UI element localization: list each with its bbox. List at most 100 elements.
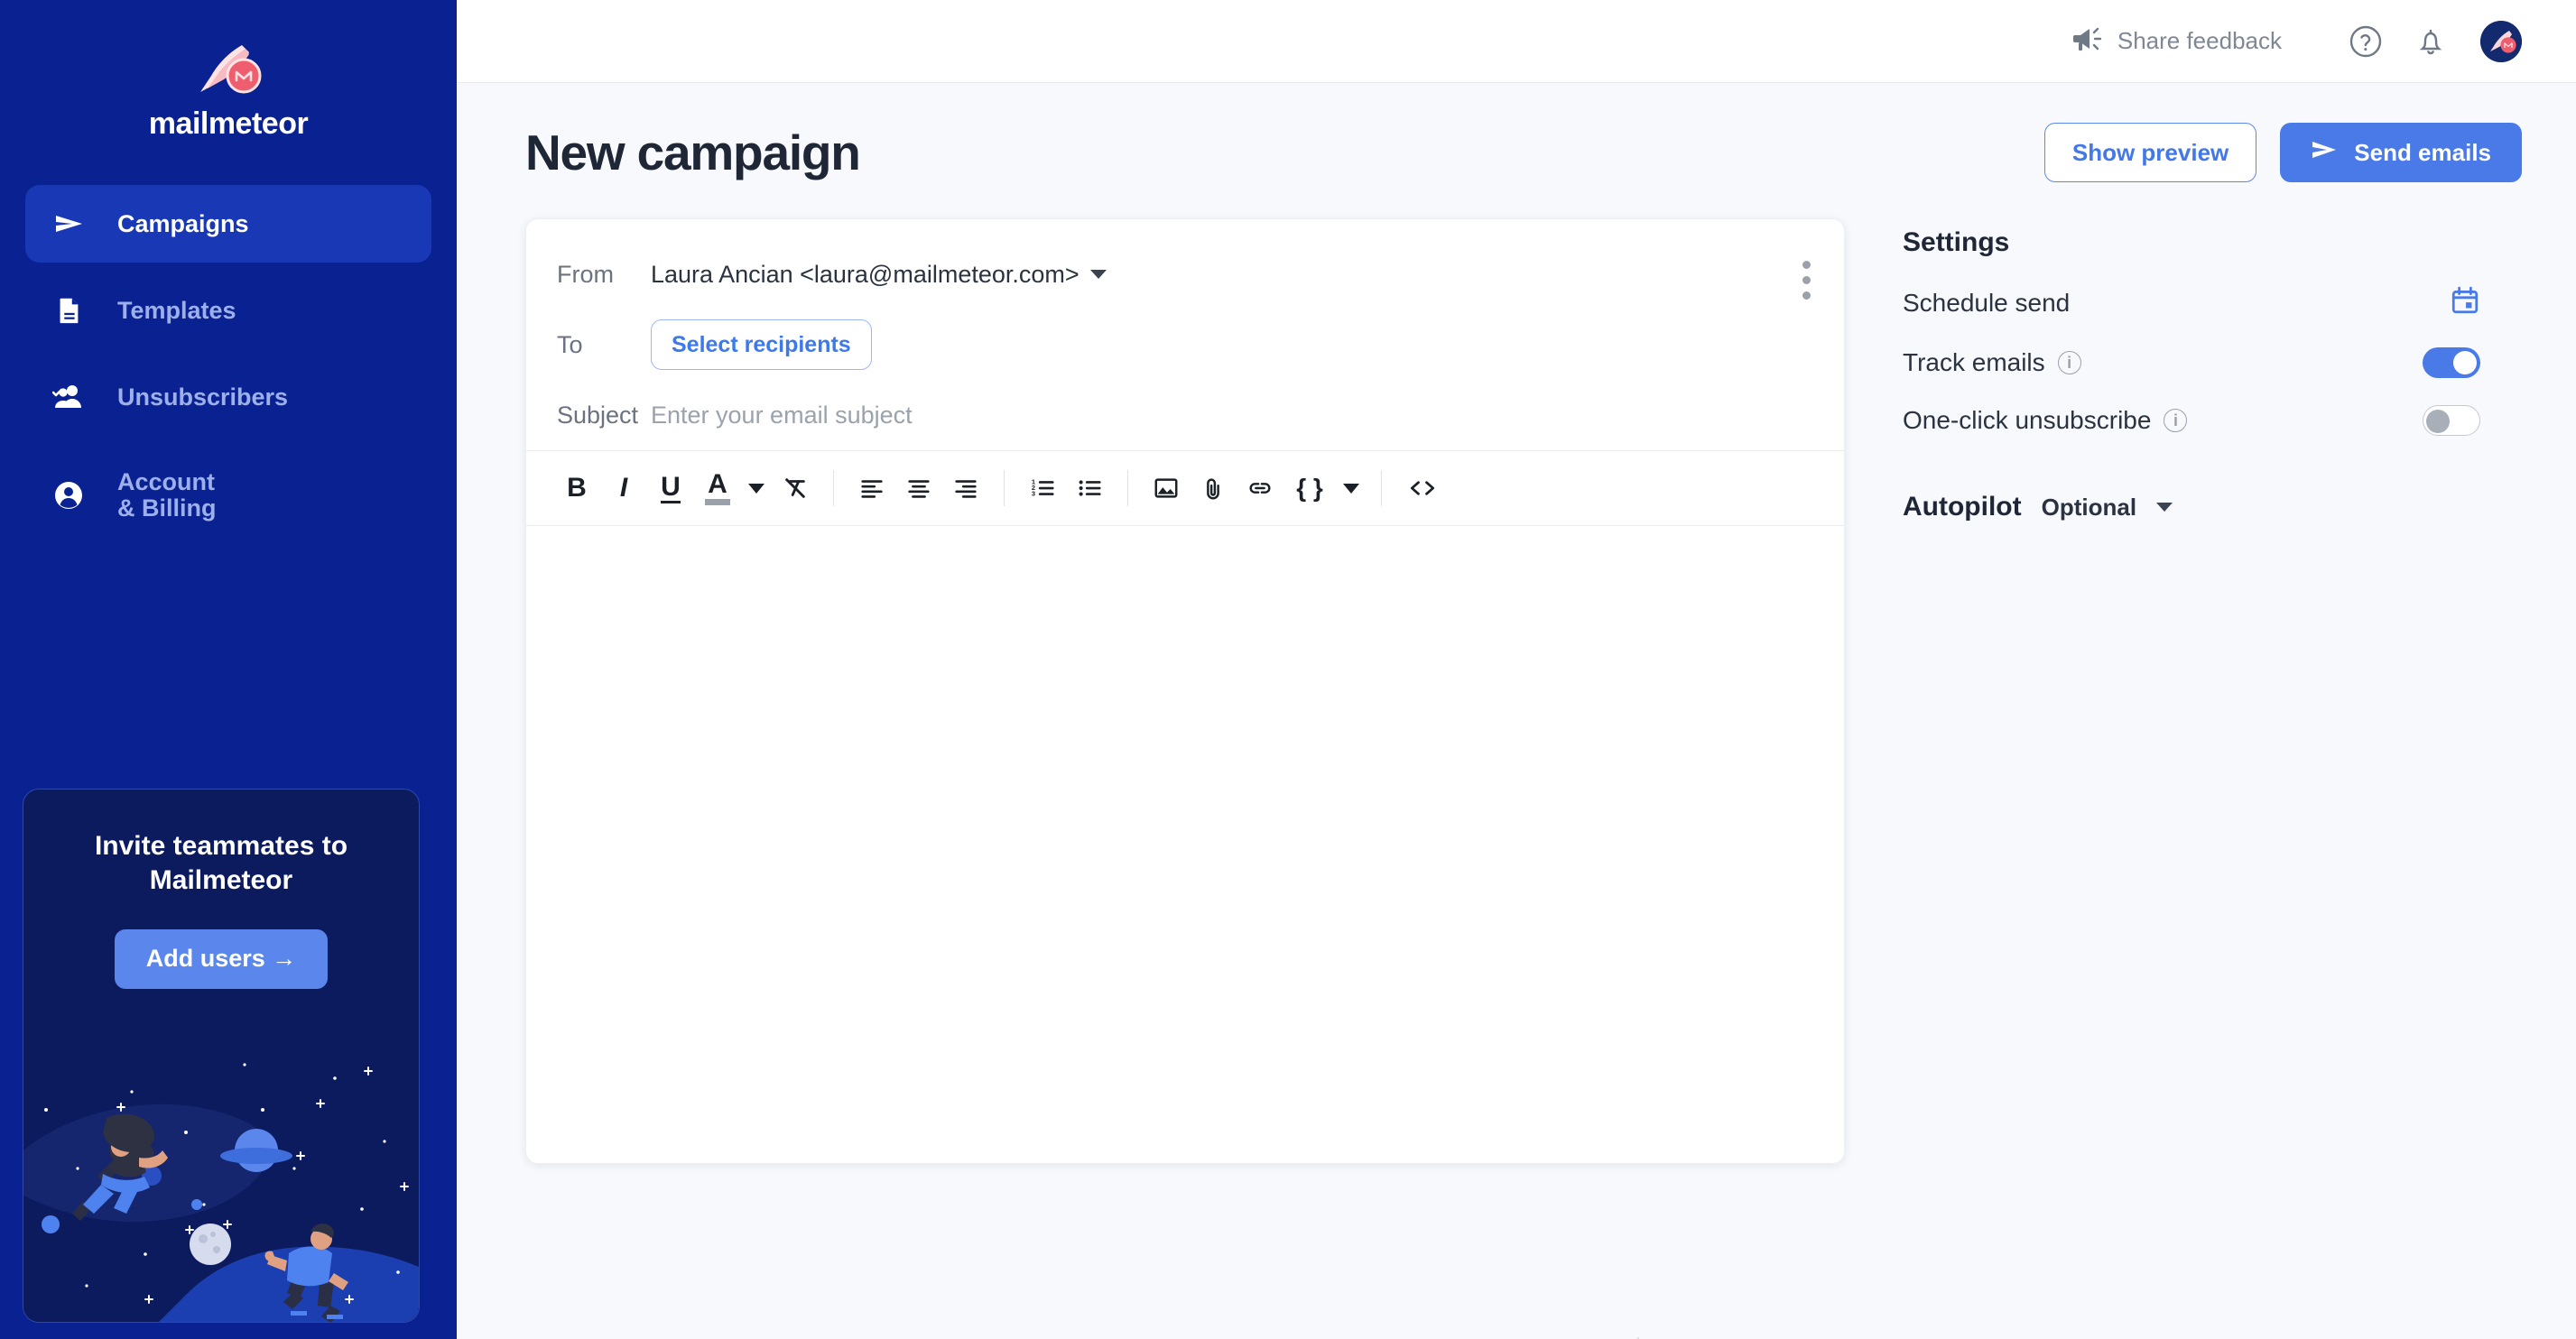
- info-circle-icon[interactable]: i: [2164, 409, 2188, 432]
- from-label: From: [557, 260, 614, 288]
- toolbar-divider: [1127, 470, 1128, 506]
- attach-file-icon[interactable]: [1190, 465, 1237, 512]
- send-emails-button[interactable]: Send emails: [2280, 123, 2522, 182]
- meteor-logo-icon: [193, 40, 264, 99]
- settings-panel: Settings Schedule send Track emails i On…: [1845, 218, 2522, 1164]
- from-row: From Laura Ancian <laura@mailmeteor.com>: [557, 239, 1813, 309]
- top-bar: Share feedback: [457, 0, 2576, 83]
- users-check-icon: [52, 381, 85, 413]
- sidebar-item-label: Campaigns: [117, 209, 249, 237]
- chevron-down-icon[interactable]: [2156, 503, 2173, 512]
- align-right-icon[interactable]: [942, 465, 989, 512]
- calendar-icon[interactable]: [2450, 285, 2480, 320]
- user-avatar-meteor[interactable]: [2480, 20, 2522, 62]
- invite-title-line1: Invite teammates to: [94, 831, 348, 861]
- info-circle-icon[interactable]: i: [2057, 351, 2081, 374]
- question-circle-icon[interactable]: [2345, 21, 2386, 62]
- toolbar-divider: [1004, 470, 1005, 506]
- one-click-unsubscribe-row: One-click unsubscribe i: [1903, 405, 2480, 436]
- subject-label: Subject: [557, 401, 639, 429]
- kebab-menu-icon[interactable]: [1802, 261, 1812, 307]
- italic-icon[interactable]: I: [600, 465, 647, 512]
- sidebar-item-campaigns[interactable]: Campaigns: [25, 185, 431, 263]
- share-feedback-button[interactable]: Share feedback: [2072, 25, 2282, 57]
- toolbar-divider: [1381, 470, 1382, 506]
- align-center-icon[interactable]: [895, 465, 942, 512]
- astronauts-space-illustration: [23, 1024, 419, 1322]
- clear-formatting-icon[interactable]: [772, 465, 819, 512]
- chevron-down-icon: [1089, 270, 1107, 279]
- page-title: New campaign: [525, 125, 861, 180]
- schedule-send-row: Schedule send: [1903, 285, 2480, 320]
- to-label: To: [557, 330, 583, 358]
- merge-field-icon[interactable]: { }: [1283, 465, 1336, 512]
- bulleted-list-icon[interactable]: [1066, 465, 1113, 512]
- autopilot-row: Autopilot Optional: [1903, 492, 2522, 522]
- one-click-unsubscribe-label: One-click unsubscribe: [1903, 406, 2152, 434]
- sidebar-item-label-line1: Account: [117, 467, 215, 495]
- numbered-list-icon[interactable]: 123: [1019, 465, 1066, 512]
- one-click-unsubscribe-label-group: One-click unsubscribe i: [1903, 406, 2188, 435]
- track-emails-row: Track emails i: [1903, 347, 2480, 378]
- sidebar-item-templates[interactable]: Templates: [25, 272, 431, 349]
- sidebar-item-label: Templates: [117, 296, 236, 324]
- sidebar-item-label-line2: & Billing: [117, 494, 217, 522]
- track-emails-label-group: Track emails i: [1903, 348, 2081, 377]
- share-feedback-label: Share feedback: [2117, 27, 2282, 54]
- brand-name: mailmeteor: [148, 106, 309, 141]
- from-selector[interactable]: Laura Ancian <laura@mailmeteor.com>: [651, 261, 1107, 289]
- send-emails-label: Send emails: [2354, 138, 2491, 166]
- invite-teammates-card: Invite teammates to Mailmeteor Add users…: [23, 789, 420, 1323]
- bold-icon[interactable]: B: [553, 465, 600, 512]
- bell-icon[interactable]: [2410, 21, 2451, 62]
- align-left-icon[interactable]: [848, 465, 895, 512]
- from-value: Laura Ancian <laura@mailmeteor.com>: [651, 260, 1080, 288]
- main-area: Share feedback New campaign Show preview…: [457, 0, 2576, 1339]
- insert-link-icon[interactable]: [1237, 465, 1283, 512]
- autopilot-label: Autopilot: [1903, 492, 2022, 522]
- toolbar-divider: [833, 470, 834, 506]
- paper-plane-icon: [2311, 139, 2338, 167]
- subject-row: Subject Enter your email subject: [557, 380, 1813, 450]
- track-emails-toggle[interactable]: [2423, 347, 2480, 378]
- sidebar-item-account-billing[interactable]: Account & Billing: [25, 445, 431, 546]
- sidebar-item-label: Account & Billing: [117, 467, 217, 522]
- page-body: New campaign Show preview Send emails Fr…: [457, 83, 2576, 1339]
- sidebar-nav: Campaigns Templates Unsubscribers Accoun…: [0, 185, 457, 555]
- compose-card: From Laura Ancian <laura@mailmeteor.com>…: [525, 218, 1845, 1164]
- sidebar-item-unsubscribers[interactable]: Unsubscribers: [25, 358, 431, 436]
- add-users-button[interactable]: Add users →: [115, 928, 328, 989]
- settings-title: Settings: [1903, 227, 2010, 257]
- underline-icon[interactable]: U: [647, 465, 694, 512]
- sidebar: mailmeteor Campaigns Templates Unsubscri…: [0, 0, 457, 1339]
- document-icon: [52, 294, 85, 327]
- source-code-icon[interactable]: [1396, 465, 1449, 512]
- user-circle-icon: [52, 479, 85, 512]
- text-color-icon[interactable]: A: [694, 465, 741, 512]
- track-emails-label: Track emails: [1903, 348, 2045, 376]
- autopilot-value[interactable]: Optional: [2042, 494, 2136, 522]
- email-body-editor[interactable]: [526, 526, 1844, 1163]
- compose-fields: From Laura Ancian <laura@mailmeteor.com>…: [526, 219, 1844, 450]
- header-actions: Show preview Send emails: [2043, 123, 2522, 182]
- one-click-unsubscribe-toggle[interactable]: [2423, 405, 2480, 436]
- brand-logo[interactable]: mailmeteor: [148, 40, 309, 142]
- paper-plane-icon: [52, 208, 85, 240]
- page-header: New campaign Show preview Send emails: [525, 123, 2522, 182]
- app-root: mailmeteor Campaigns Templates Unsubscri…: [0, 0, 2576, 1339]
- insert-image-icon[interactable]: [1143, 465, 1190, 512]
- show-preview-button[interactable]: Show preview: [2043, 123, 2257, 182]
- select-recipients-button[interactable]: Select recipients: [651, 319, 872, 370]
- megaphone-icon: [2072, 25, 2103, 57]
- invite-title-line2: Mailmeteor: [149, 865, 293, 896]
- subject-input[interactable]: Enter your email subject: [651, 402, 913, 429]
- schedule-send-label: Schedule send: [1903, 288, 2071, 317]
- editor-toolbar: B I U A 1 2 3 {}: [526, 450, 1844, 526]
- sidebar-item-label: Unsubscribers: [117, 383, 289, 411]
- invite-teammates-title: Invite teammates to Mailmeteor: [54, 829, 388, 899]
- merge-field-dropdown-icon[interactable]: [1336, 465, 1367, 512]
- svg-text:3: 3: [1032, 489, 1035, 497]
- page-content: From Laura Ancian <laura@mailmeteor.com>…: [525, 218, 2522, 1164]
- to-row: To Select recipients: [557, 309, 1813, 380]
- text-color-dropdown-icon[interactable]: [741, 465, 772, 512]
